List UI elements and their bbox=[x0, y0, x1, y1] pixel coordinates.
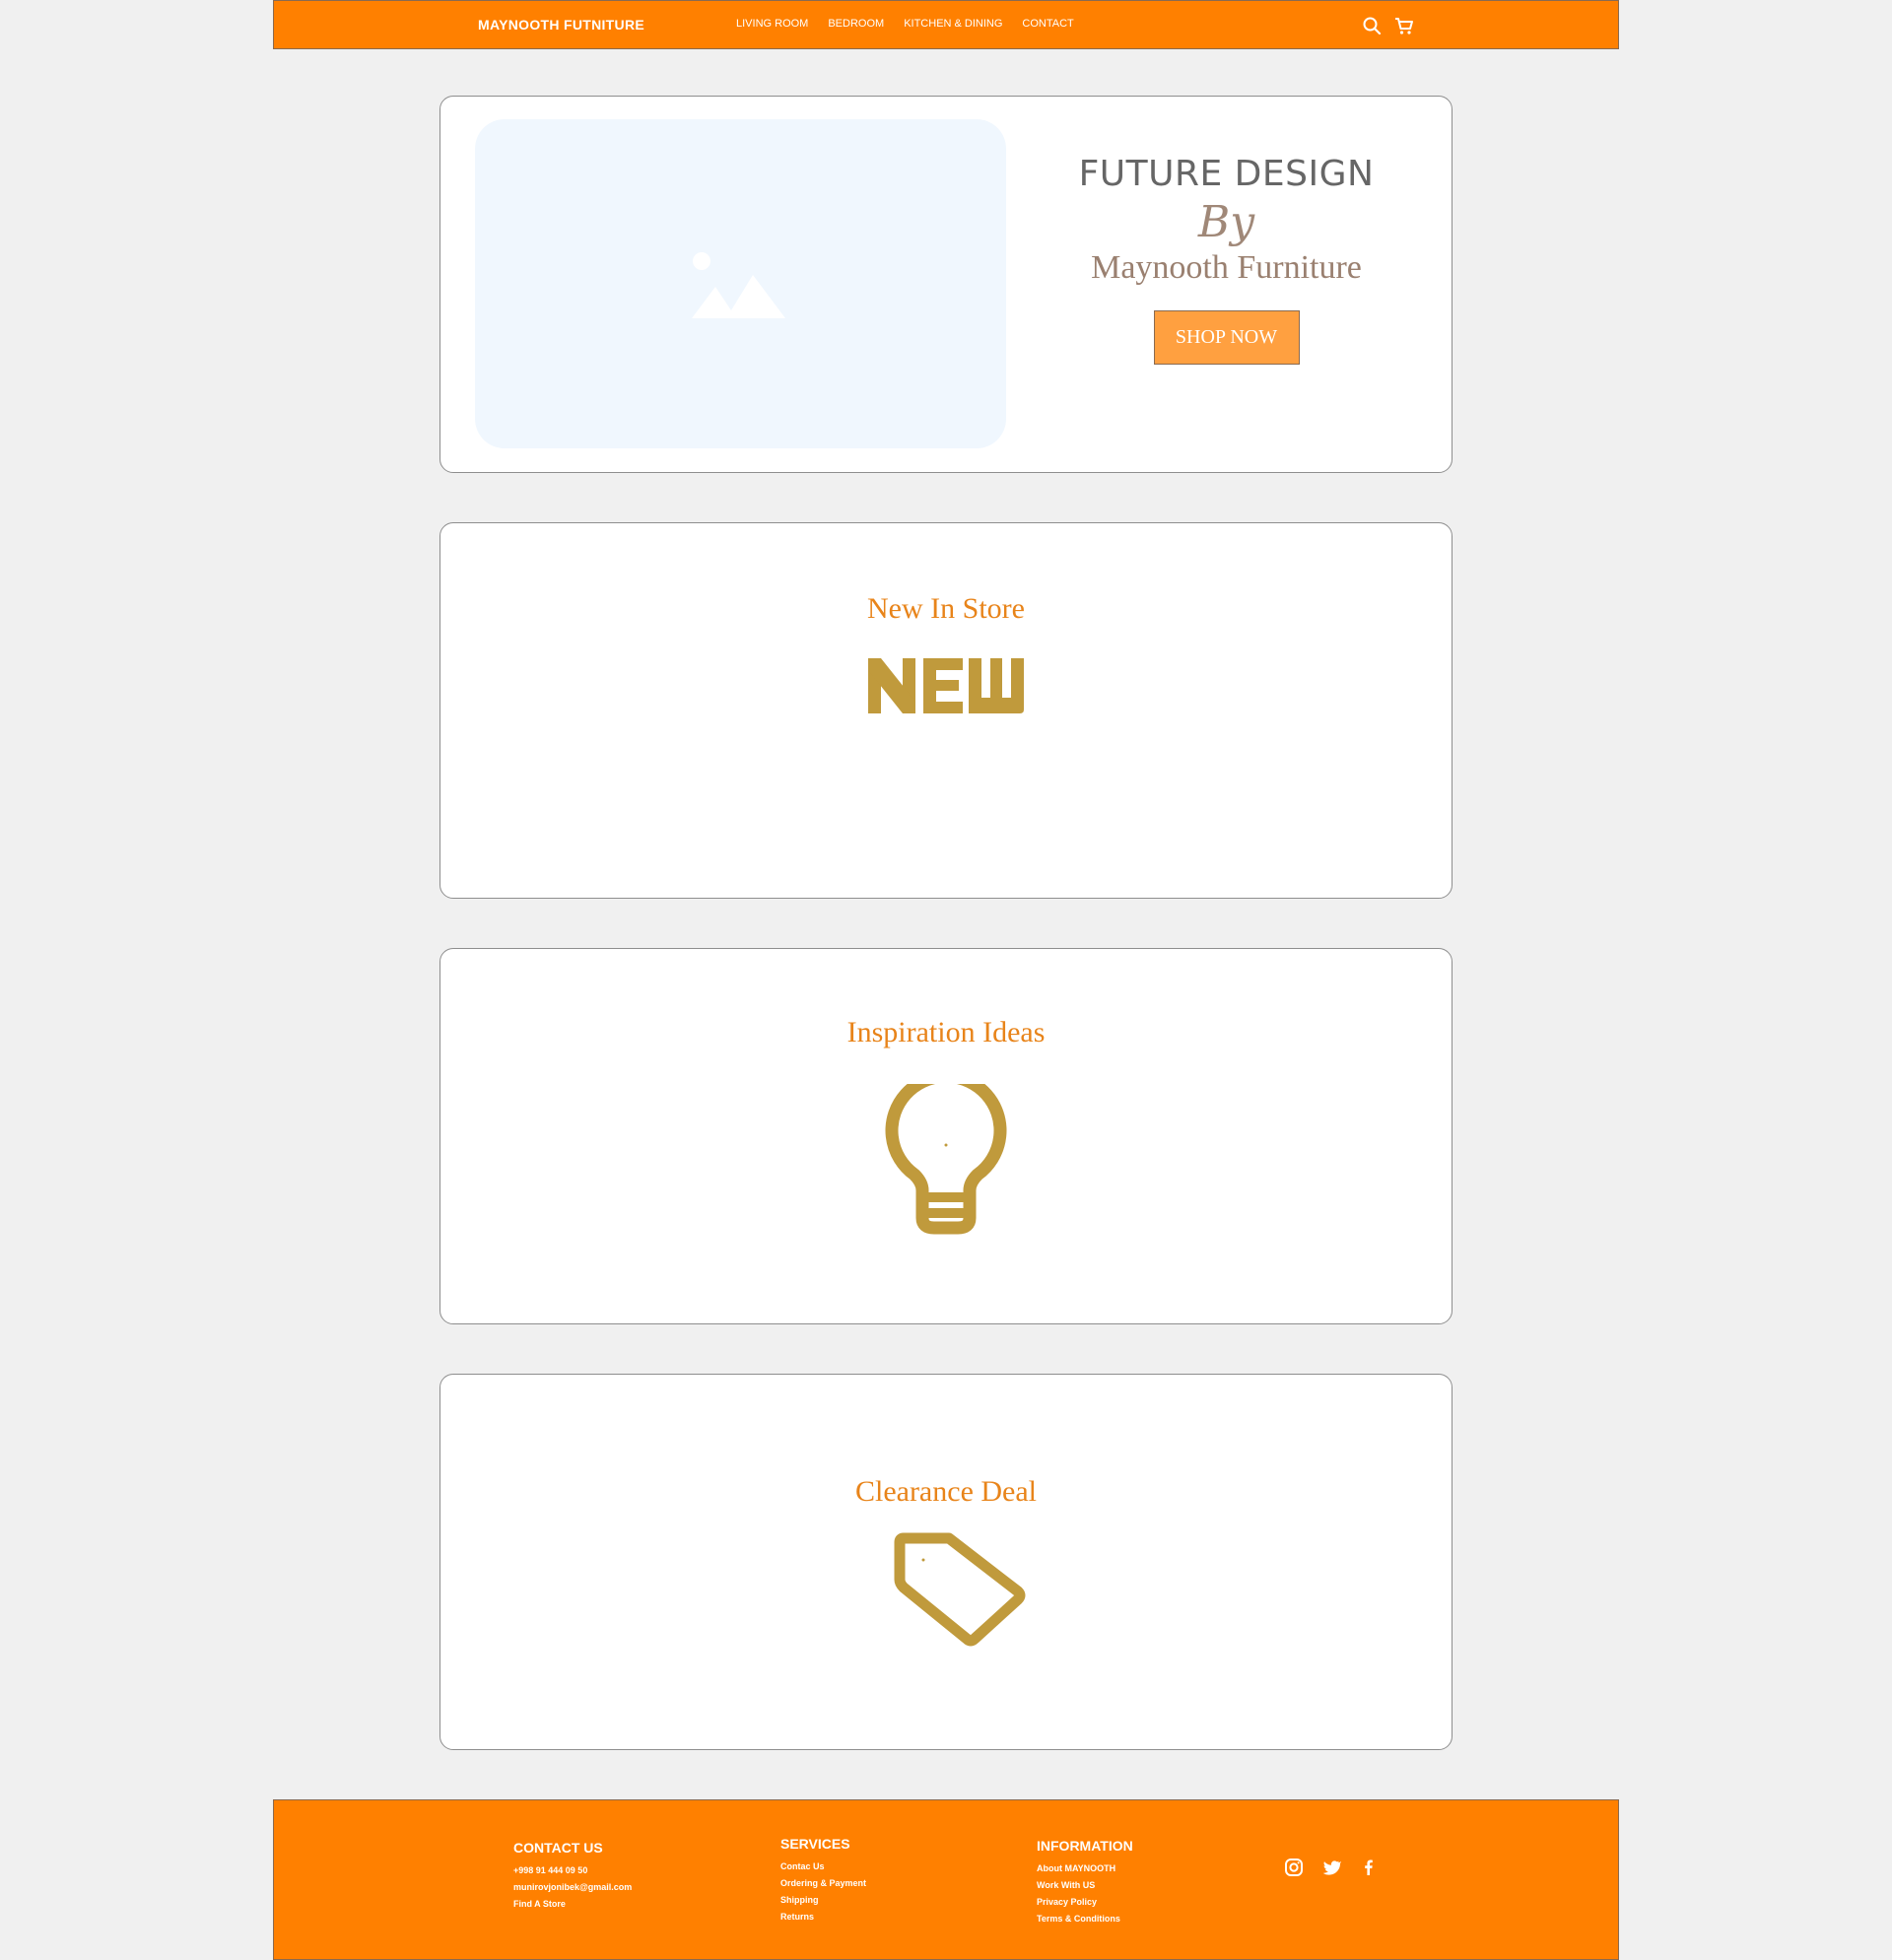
image-placeholder-icon bbox=[692, 252, 785, 318]
shop-now-button[interactable]: SHOP NOW bbox=[1153, 310, 1300, 365]
nav-living-room[interactable]: LIVING ROOM bbox=[736, 18, 808, 30]
hero-image-placeholder bbox=[475, 119, 1006, 448]
section-title-inspiration: Inspiration Ideas bbox=[846, 1016, 1046, 1048]
clearance-deal-card[interactable]: Clearance Deal bbox=[439, 1374, 1453, 1750]
hero-by: By bbox=[1197, 197, 1255, 247]
brand-logo-text[interactable]: MAYNOOTH FUTNITURE bbox=[478, 17, 644, 33]
inspiration-ideas-card[interactable]: Inspiration Ideas bbox=[439, 948, 1453, 1324]
new-badge-icon bbox=[440, 654, 1452, 722]
footer-link-work[interactable]: Work With US bbox=[1037, 1877, 1133, 1894]
footer-contact-heading: CONTACT US bbox=[513, 1840, 603, 1856]
nav-bedroom[interactable]: BEDROOM bbox=[828, 18, 884, 30]
footer-information-heading: INFORMATION bbox=[1037, 1838, 1133, 1854]
footer-phone[interactable]: +998 91 444 09 50 bbox=[513, 1862, 632, 1879]
instagram-icon[interactable] bbox=[1284, 1858, 1304, 1877]
nav-kitchen-dining[interactable]: KITCHEN & DINING bbox=[904, 18, 1002, 30]
header-icons bbox=[1361, 15, 1415, 36]
main-nav: LIVING ROOM BEDROOM KITCHEN & DINING CON… bbox=[736, 18, 1094, 30]
price-tag-icon bbox=[440, 1532, 1452, 1652]
footer-link-contact[interactable]: Contac Us bbox=[780, 1859, 866, 1875]
footer-link-returns[interactable]: Returns bbox=[780, 1909, 866, 1926]
footer-contact-column: CONTACT US +998 91 444 09 50 munirovjoni… bbox=[513, 1840, 632, 1913]
nav-contact[interactable]: CONTACT bbox=[1022, 18, 1073, 30]
footer-link-terms[interactable]: Terms & Conditions bbox=[1037, 1911, 1133, 1927]
footer-link-privacy[interactable]: Privacy Policy bbox=[1037, 1894, 1133, 1911]
lightbulb-icon bbox=[440, 1069, 1452, 1241]
footer-find-store[interactable]: Find A Store bbox=[513, 1896, 632, 1913]
footer-link-about[interactable]: About MAYNOOTH bbox=[1037, 1860, 1133, 1877]
hero-subtitle: Maynooth Furniture bbox=[1091, 249, 1362, 286]
footer-email[interactable]: munirovjonibek@gmail.com bbox=[513, 1879, 632, 1896]
footer-services-column: SERVICES Contac Us Ordering & Payment Sh… bbox=[780, 1836, 866, 1926]
footer-information-column: INFORMATION About MAYNOOTH Work With US … bbox=[1037, 1838, 1133, 1927]
facebook-icon[interactable] bbox=[1359, 1858, 1379, 1877]
cart-icon[interactable] bbox=[1393, 15, 1415, 36]
hero-text-block: FUTURE DESIGN By Maynooth Furniture SHOP… bbox=[1022, 154, 1431, 365]
footer-link-ordering[interactable]: Ordering & Payment bbox=[780, 1875, 866, 1892]
section-title-clearance: Clearance Deal bbox=[854, 1475, 1038, 1508]
section-title-new: New In Store bbox=[867, 592, 1025, 625]
footer-link-shipping[interactable]: Shipping bbox=[780, 1892, 866, 1909]
hero-card: FUTURE DESIGN By Maynooth Furniture SHOP… bbox=[439, 96, 1453, 473]
new-in-store-card[interactable]: New In Store bbox=[439, 522, 1453, 899]
hero-title: FUTURE DESIGN bbox=[1078, 154, 1375, 194]
search-icon[interactable] bbox=[1361, 15, 1383, 36]
social-links bbox=[1284, 1858, 1379, 1877]
top-header: MAYNOOTH FUTNITURE LIVING ROOM BEDROOM K… bbox=[273, 0, 1619, 49]
footer-services-heading: SERVICES bbox=[780, 1836, 850, 1852]
site-footer: CONTACT US +998 91 444 09 50 munirovjoni… bbox=[273, 1799, 1619, 1960]
twitter-icon[interactable] bbox=[1321, 1858, 1342, 1877]
